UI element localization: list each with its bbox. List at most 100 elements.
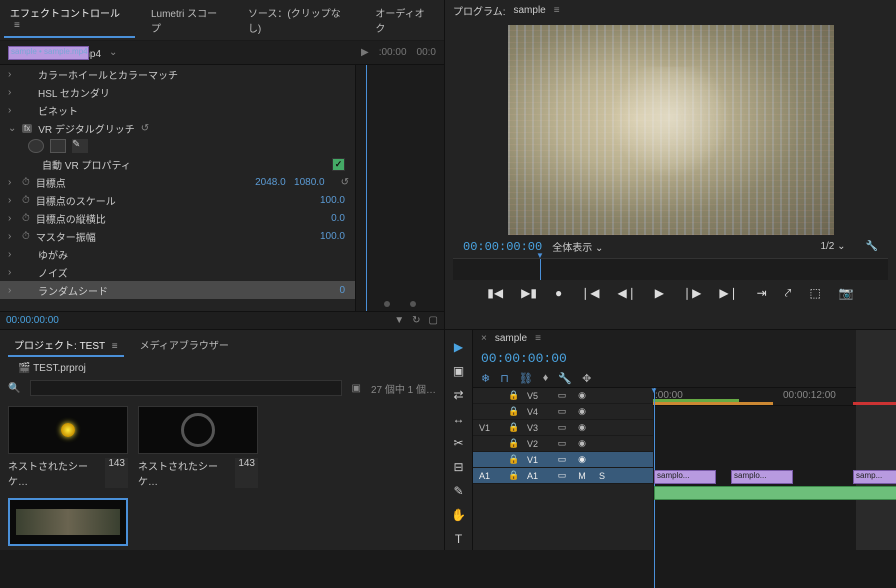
slip-tool[interactable]: ⊟ [453, 460, 463, 474]
lock-icon[interactable]: 🔒 [507, 454, 521, 465]
chevron-down-icon[interactable]: ⌄ [8, 123, 16, 134]
playhead-icon[interactable] [540, 259, 541, 280]
checkbox-auto-vr[interactable]: ✓ [332, 158, 345, 171]
snapshot-button[interactable]: 📷 [839, 286, 854, 301]
chevron-right-icon[interactable]: › [8, 87, 16, 98]
program-sequence-name[interactable]: sample [513, 5, 545, 16]
bin-view-icon[interactable]: ▣ [352, 383, 361, 394]
nest-icon[interactable]: ❄ [481, 372, 490, 385]
linked-selection-icon[interactable]: ⛓ [519, 372, 533, 385]
side-dock[interactable] [856, 330, 896, 550]
rate-stretch-tool[interactable]: ↔ [453, 412, 465, 426]
mask-rect-icon[interactable] [50, 139, 66, 153]
lock-icon[interactable]: 🔒 [507, 406, 521, 417]
mute-button[interactable]: M [575, 471, 589, 481]
sync-lock-icon[interactable]: ▭ [555, 406, 569, 417]
track-content-area[interactable]: :00:00 00:00:12:00 samplo... samplo... s… [653, 388, 856, 550]
effect-vr-digital-glitch[interactable]: VR デジタルグリッチ [38, 121, 134, 136]
chevron-right-icon[interactable]: › [8, 69, 16, 80]
clip-path[interactable]: sample • sample.mp4 [8, 46, 89, 60]
prop-random-seed[interactable]: ランダムシード [38, 283, 108, 298]
extract-button[interactable]: ⤤ [785, 286, 792, 301]
chevron-right-icon[interactable]: › [8, 285, 16, 296]
tab-effect-controls[interactable]: エフェクトコントロール≡ [4, 2, 135, 38]
hand-tool[interactable]: ✋ [451, 508, 466, 522]
ripple-edit-tool[interactable]: ⇄ [453, 388, 463, 402]
reset-icon[interactable]: ↺ [141, 123, 149, 134]
bin-item[interactable]: ネストされたシーケ… 143 [138, 406, 258, 488]
lock-icon[interactable]: 🔒 [507, 470, 521, 481]
track-select-tool[interactable]: ▣ [453, 364, 464, 378]
filter-icon[interactable]: ▼ [394, 315, 404, 326]
playhead-line[interactable] [366, 65, 367, 311]
export-icon[interactable]: ▢ [429, 315, 438, 326]
fx-toggle-icon[interactable]: fx [22, 124, 32, 133]
mask-pen-icon[interactable]: ✎ [72, 139, 88, 153]
project-search-input[interactable] [30, 380, 341, 396]
tab-lumetri-scopes[interactable]: Lumetri スコープ [145, 2, 232, 38]
play-button[interactable]: ▶ [655, 286, 664, 301]
chevron-right-icon[interactable]: › [8, 231, 16, 242]
chevron-right-icon[interactable]: › [8, 105, 16, 116]
step-forward-button[interactable]: ❘▶ [682, 286, 701, 301]
resolution-dropdown[interactable]: 1/2 ⌄ [820, 241, 845, 252]
chevron-right-icon[interactable]: › [8, 249, 16, 260]
lock-icon[interactable]: 🔒 [507, 390, 521, 401]
prop-target-scale[interactable]: 目標点のスケール [36, 193, 116, 208]
program-scrubber[interactable] [453, 258, 888, 280]
prop-noise[interactable]: ノイズ [38, 265, 68, 280]
timeline-timecode[interactable]: 00:00:00:00 [481, 351, 567, 366]
lock-icon[interactable]: 🔒 [507, 438, 521, 449]
target-scale-value[interactable]: 100.0 [320, 195, 345, 206]
track-header-v4[interactable]: 🔒V4▭◉ [473, 404, 653, 420]
tab-project[interactable]: プロジェクト: TEST ≡ [8, 334, 124, 357]
pen-tool[interactable]: ✎ [453, 484, 463, 498]
reset-icon[interactable]: ↺ [341, 177, 349, 188]
selection-tool[interactable]: ▶ [454, 340, 463, 354]
prop-distortion[interactable]: ゆがみ [38, 247, 68, 262]
track-header-v5[interactable]: 🔒V5▭◉ [473, 388, 653, 404]
playhead-icon[interactable]: ▶ [361, 47, 369, 58]
timeline-clip[interactable]: samp... [853, 470, 896, 484]
goto-out-button[interactable]: ▶❘ [719, 286, 738, 301]
time-ruler[interactable]: :00:00 00:00:12:00 [653, 388, 856, 406]
stopwatch-icon[interactable]: ⏱ [22, 195, 30, 206]
sync-lock-icon[interactable]: ▭ [555, 390, 569, 401]
keyframe-area[interactable] [355, 65, 444, 311]
lock-icon[interactable]: 🔒 [507, 422, 521, 433]
stopwatch-icon[interactable]: ⏱ [22, 177, 30, 188]
selected-clip-preview[interactable] [8, 498, 128, 546]
sync-lock-icon[interactable]: ▭ [555, 454, 569, 465]
target-aspect-value[interactable]: 0.0 [331, 213, 345, 224]
timeline-clip[interactable]: samplo... [654, 470, 716, 484]
wrench-icon[interactable]: 🔧 [558, 372, 572, 385]
razor-tool[interactable]: ✂ [453, 436, 463, 450]
mask-ellipse-icon[interactable] [28, 139, 44, 153]
chevron-right-icon[interactable]: › [8, 213, 16, 224]
marker-icon[interactable]: ♦ [543, 372, 549, 385]
footer-timecode[interactable]: 00:00:00:00 [6, 315, 59, 326]
timeline-settings-icon[interactable]: ✥ [582, 372, 591, 385]
eye-icon[interactable]: ◉ [575, 454, 589, 465]
close-icon[interactable]: × [481, 333, 487, 344]
mark-out-button[interactable]: ▶▮ [521, 286, 537, 301]
source-patch-v1[interactable]: V1 [479, 423, 501, 433]
chevron-right-icon[interactable]: › [8, 195, 16, 206]
timeline-audio-clip[interactable] [654, 486, 896, 500]
prop-auto-vr[interactable]: 自動 VR プロパティ [42, 157, 131, 172]
tab-media-browser[interactable]: メディアブラウザー [134, 334, 235, 357]
master-amp-value[interactable]: 100.0 [320, 231, 345, 242]
panel-menu-icon[interactable]: ≡ [535, 333, 541, 344]
lift-button[interactable]: ⇥ [757, 286, 767, 301]
mark-in-button[interactable]: ▮◀ [487, 286, 503, 301]
sync-lock-icon[interactable]: ▭ [555, 438, 569, 449]
export-frame-button[interactable]: ⬚ [809, 286, 820, 301]
goto-in-button[interactable]: ❘◀ [580, 286, 599, 301]
eye-icon[interactable]: ◉ [575, 422, 589, 433]
source-patch-a1[interactable]: A1 [479, 471, 501, 481]
timeline-clip[interactable]: samplo... [731, 470, 793, 484]
chevron-right-icon[interactable]: › [8, 267, 16, 278]
type-tool[interactable]: T [455, 532, 462, 546]
chevron-right-icon[interactable]: › [8, 177, 16, 188]
add-marker-button[interactable]: ● [555, 286, 562, 301]
